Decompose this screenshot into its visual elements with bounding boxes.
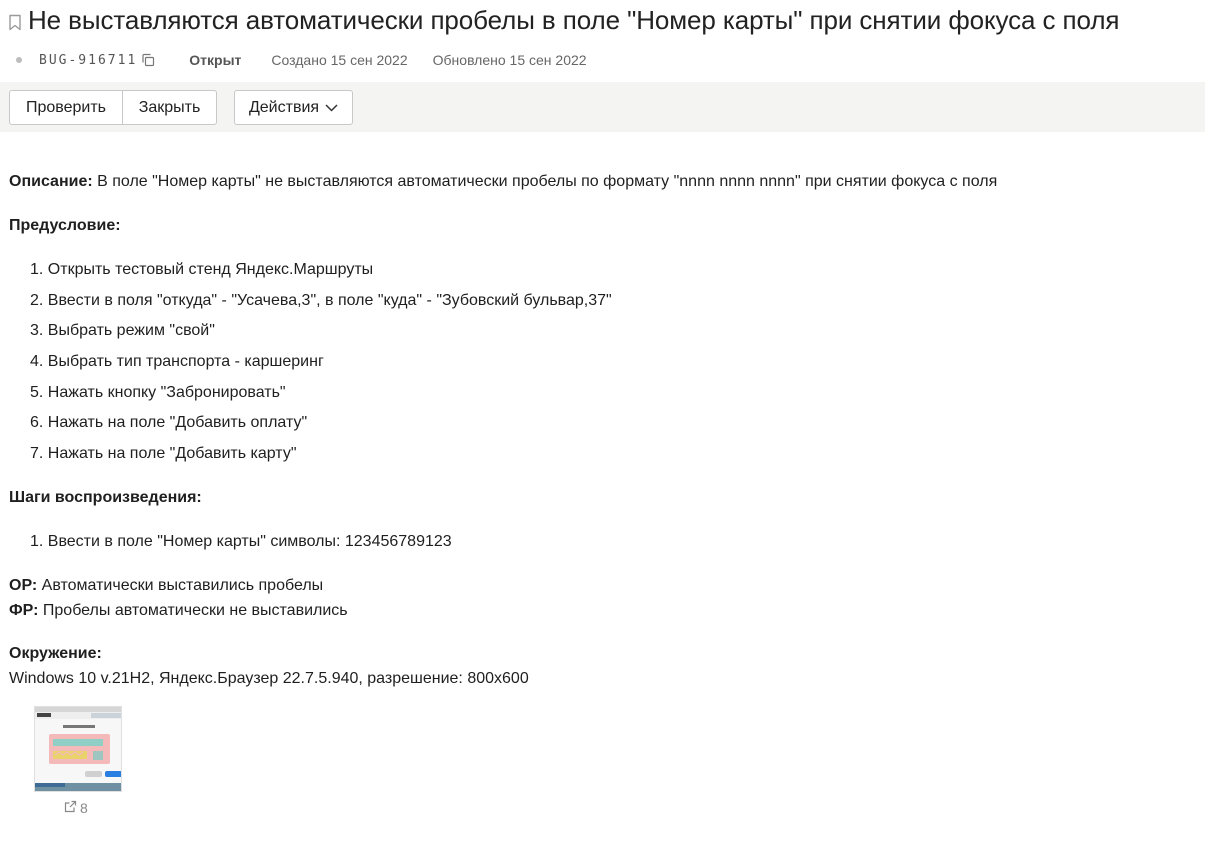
precondition-heading: Предусловие: xyxy=(9,217,121,234)
description-text: В поле "Номер карты" не выставляются авт… xyxy=(92,173,998,190)
description-paragraph: Описание: В поле "Номер карты" не выстав… xyxy=(9,173,997,191)
list-item: 3. Выбрать режим "свой" xyxy=(30,322,215,339)
list-item: 6. Нажать на поле "Добавить оплату" xyxy=(30,414,308,431)
page-title: Не выставляются автоматически пробелы в … xyxy=(28,4,1120,35)
list-item: 2. Ввести в поля "откуда" - "Усачева,3",… xyxy=(30,292,612,309)
list-item: 5. Нажать кнопку "Забронировать" xyxy=(30,384,286,401)
expected-label: ОР: xyxy=(9,577,38,594)
list-item: 1. Открыть тестовый стенд Яндекс.Маршрут… xyxy=(30,261,374,278)
status-dot xyxy=(16,57,22,63)
issue-id[interactable]: BUG-916711 xyxy=(39,53,137,68)
attachment-open-link[interactable]: 8 xyxy=(64,800,88,816)
created-date: Создано 15 сен 2022 xyxy=(271,52,408,68)
list-item: 4. Выбрать тип транспорта - каршеринг xyxy=(30,353,324,370)
status-badge[interactable]: Открыт xyxy=(189,52,241,68)
attachment-thumbnail[interactable] xyxy=(34,706,122,792)
screenshot-preview xyxy=(35,707,121,791)
description-label: Описание: xyxy=(9,173,93,190)
attachment-count: 8 xyxy=(80,800,88,816)
toolbar: Проверить Закрыть Действия xyxy=(0,82,1205,132)
updated-date: Обновлено 15 сен 2022 xyxy=(432,52,587,68)
expected-result: ОР: Автоматически выставились пробелы xyxy=(9,577,323,595)
issue-meta: BUG-916711 Открыт Создано 15 сен 2022 Об… xyxy=(0,49,587,71)
title-row: Не выставляются автоматически пробелы в … xyxy=(0,2,1205,38)
actions-label: Действия xyxy=(248,98,320,116)
steps-heading: Шаги воспроизведения: xyxy=(9,489,202,506)
actual-label: ФР: xyxy=(9,602,39,619)
copy-icon[interactable] xyxy=(141,53,155,67)
chevron-down-icon xyxy=(325,99,338,117)
actions-button[interactable]: Действия xyxy=(234,90,353,125)
environment-heading: Окружение: xyxy=(9,645,102,662)
external-link-icon xyxy=(64,800,77,816)
list-item: 7. Нажать на поле "Добавить карту" xyxy=(30,445,297,462)
list-item: 1. Ввести в поле "Номер карты" символы: … xyxy=(30,533,452,550)
close-button[interactable]: Закрыть xyxy=(122,90,217,125)
environment-text: Windows 10 v.21H2, Яндекс.Браузер 22.7.5… xyxy=(9,670,529,687)
actual-result: ФР: Пробелы автоматически не выставились xyxy=(9,602,348,620)
actual-text: Пробелы автоматически не выставились xyxy=(38,602,348,619)
check-button[interactable]: Проверить xyxy=(9,90,123,125)
expected-text: Автоматически выставились пробелы xyxy=(37,577,324,594)
bookmark-icon[interactable] xyxy=(0,2,24,38)
